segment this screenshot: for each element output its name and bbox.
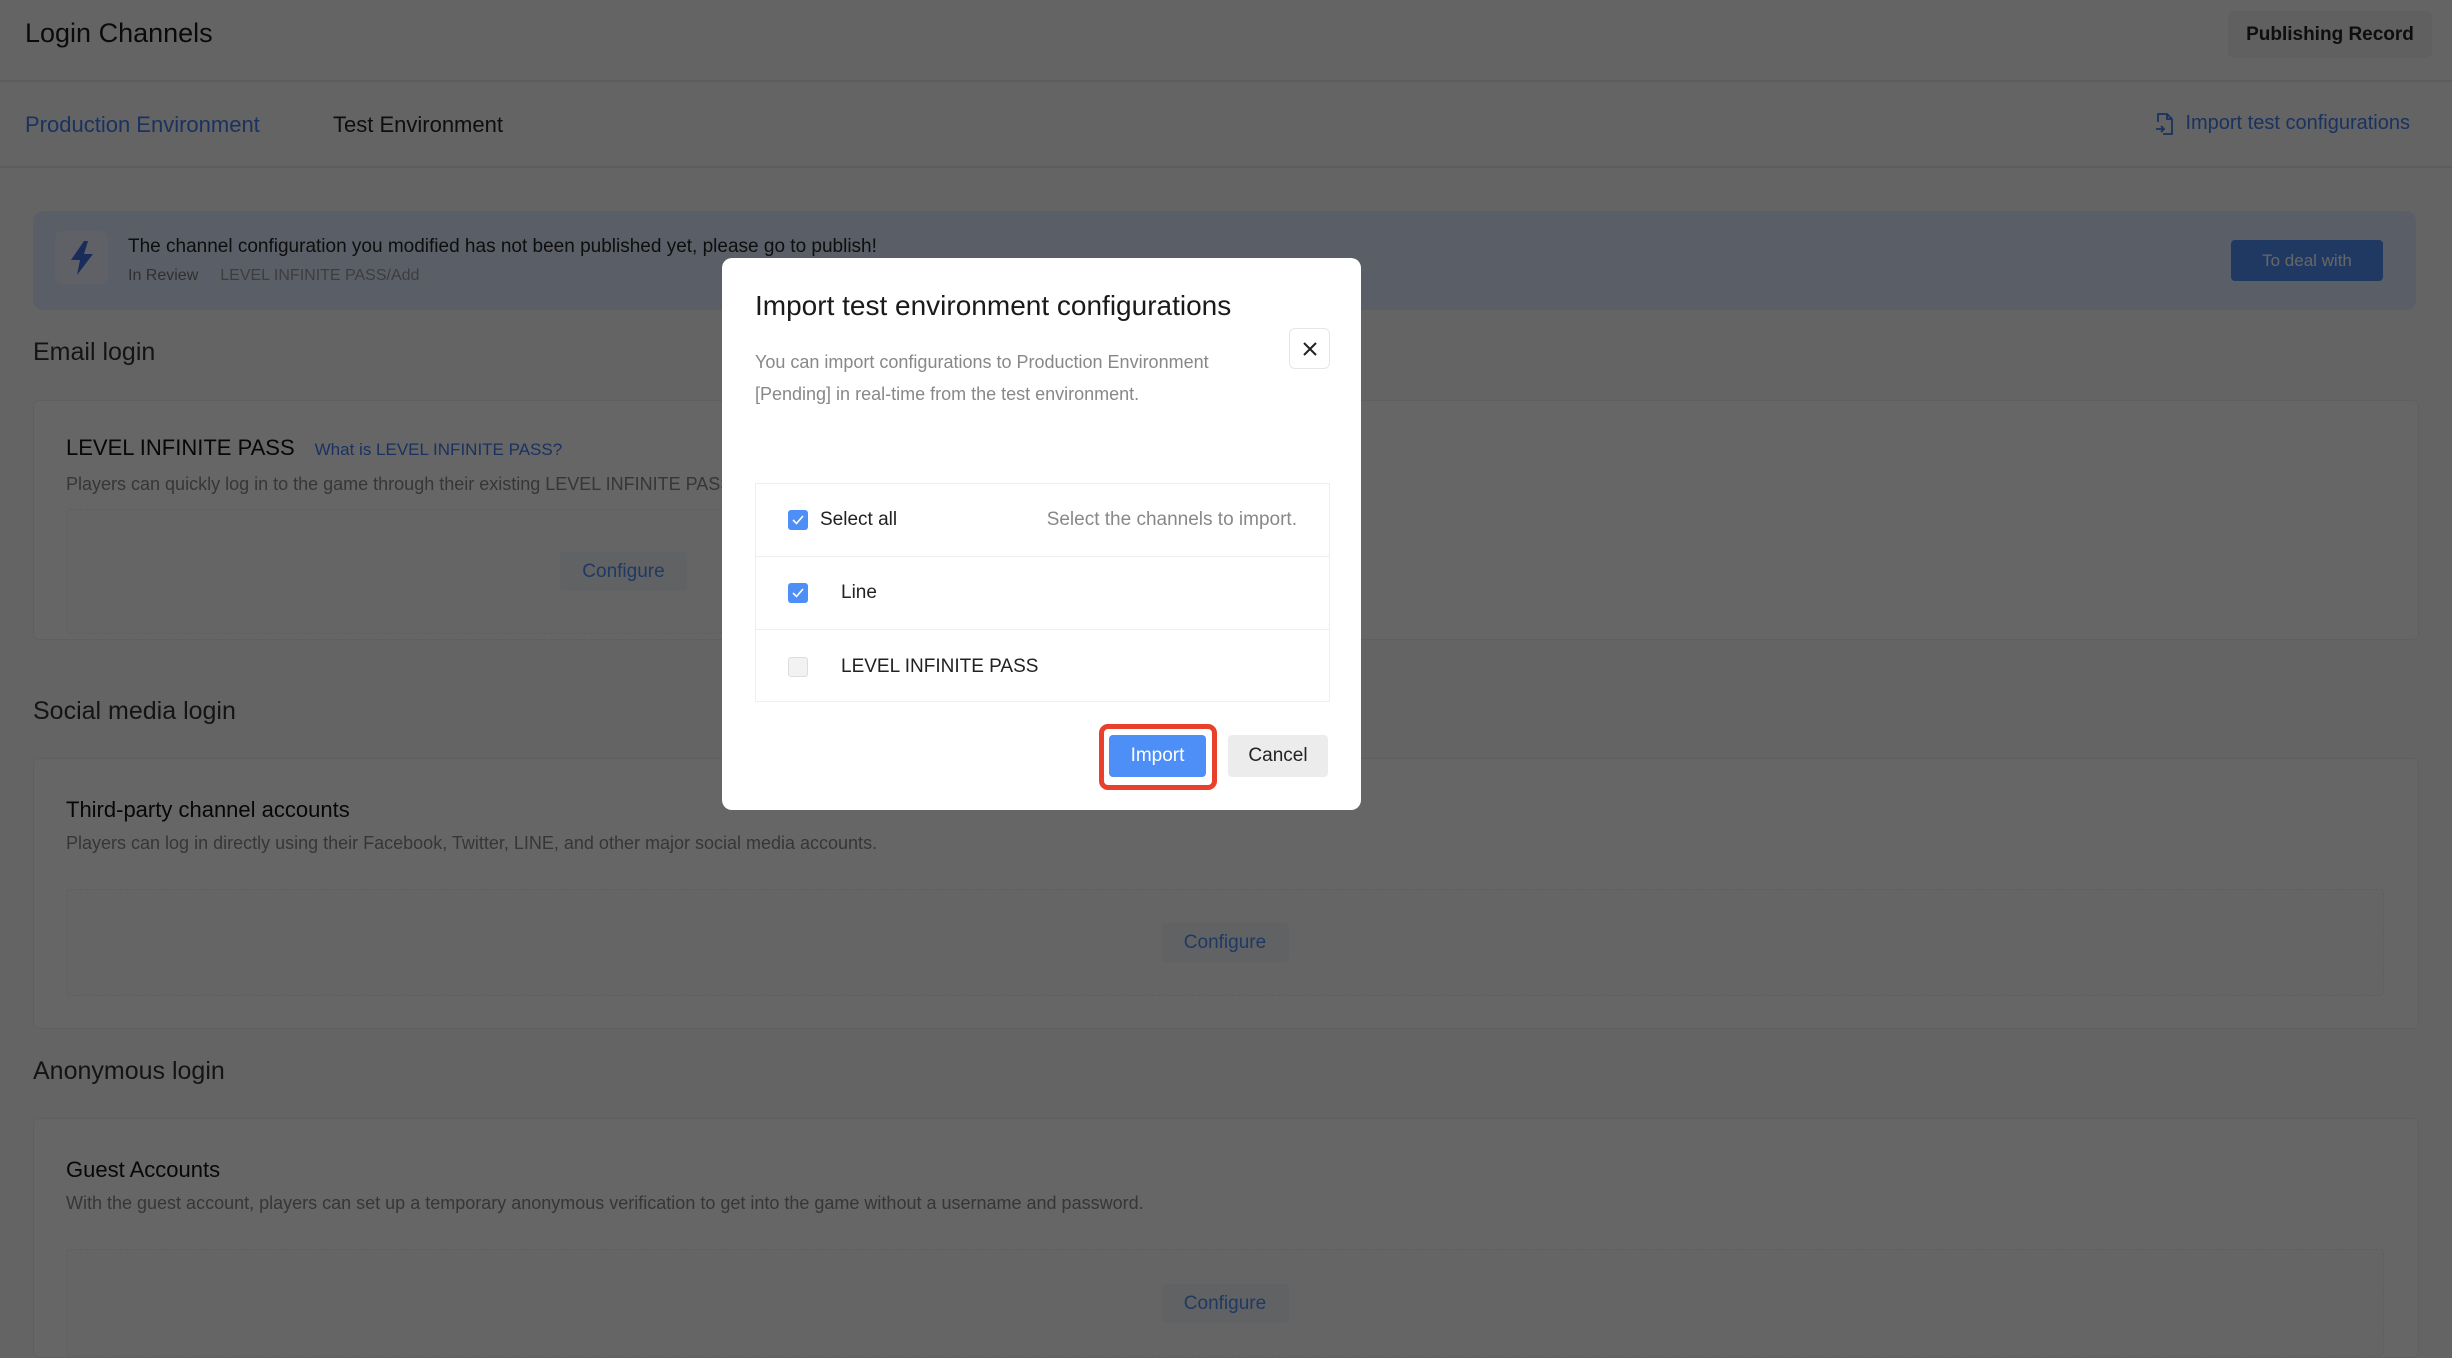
select-all-row[interactable]: Select all Select the channels to import… xyxy=(756,484,1329,557)
level-infinite-pass-checkbox[interactable] xyxy=(788,656,808,677)
import-modal: Import test environment configurations Y… xyxy=(722,258,1361,810)
card-description: Players can quickly log in to the game t… xyxy=(66,474,733,494)
card-description: Players can log in directly using their … xyxy=(66,833,878,853)
card-title: Third-party channel accounts xyxy=(66,797,350,822)
select-all-checkbox[interactable] xyxy=(788,510,808,530)
channel-row-line[interactable]: Line xyxy=(756,557,1329,630)
card-title: Guest Accounts xyxy=(66,1157,221,1182)
cancel-button[interactable]: Cancel xyxy=(1228,735,1328,777)
card-title-text: LEVEL INFINITE PASS xyxy=(66,435,295,460)
configure-button[interactable]: Configure xyxy=(1161,1284,1289,1323)
configure-button[interactable]: Configure xyxy=(560,552,687,591)
configure-area: Configure xyxy=(66,889,2384,996)
environment-tabs: Production Environment Test Environment … xyxy=(0,84,2452,168)
channel-label: LEVEL INFINITE PASS xyxy=(841,655,1039,677)
page-header: Login Channels Publishing Record xyxy=(0,0,2452,82)
check-icon xyxy=(792,515,804,525)
file-import-icon xyxy=(2156,112,2174,135)
channel-row-level-infinite-pass[interactable]: LEVEL INFINITE PASS xyxy=(756,630,1329,703)
import-button[interactable]: Import xyxy=(1109,735,1206,777)
banner-detail: LEVEL INFINITE PASS/Add xyxy=(220,267,420,284)
publishing-record-button[interactable]: Publishing Record xyxy=(2228,11,2432,58)
check-icon xyxy=(792,588,804,598)
banner-message: The channel configuration you modified h… xyxy=(128,236,877,257)
select-all-label: Select all xyxy=(820,509,898,530)
banner-status: In Review xyxy=(128,267,199,284)
card-guest-accounts: Guest Accounts With the guest account, p… xyxy=(33,1118,2419,1358)
tab-production-environment[interactable]: Production Environment xyxy=(25,112,260,138)
line-checkbox[interactable] xyxy=(788,583,808,603)
section-heading-email: Email login xyxy=(33,338,156,366)
close-button[interactable] xyxy=(1289,328,1330,369)
select-hint: Select the channels to import. xyxy=(1046,509,1297,530)
channel-list: Select all Select the channels to import… xyxy=(755,483,1330,702)
tab-test-environment[interactable]: Test Environment xyxy=(333,112,503,138)
page-title: Login Channels xyxy=(25,18,213,48)
import-test-configurations-link[interactable]: Import test configurations xyxy=(2155,112,2410,135)
channel-label: Line xyxy=(841,582,877,603)
to-deal-with-button[interactable]: To deal with xyxy=(2231,240,2383,281)
section-heading-social: Social media login xyxy=(33,697,236,725)
configure-button[interactable]: Configure xyxy=(1161,923,1289,962)
configure-area: Configure xyxy=(66,1249,2384,1356)
section-heading-anonymous: Anonymous login xyxy=(33,1057,225,1085)
modal-title: Import test environment configurations xyxy=(755,290,1232,321)
lightning-icon xyxy=(55,231,108,284)
what-is-lip-link[interactable]: What is LEVEL INFINITE PASS? xyxy=(315,440,563,459)
import-link-label: Import test configurations xyxy=(2185,112,2410,134)
card-description: With the guest account, players can set … xyxy=(66,1193,1144,1213)
banner-subtext: In Review LEVEL INFINITE PASS/Add xyxy=(128,267,419,285)
close-icon xyxy=(1302,341,1317,356)
modal-description: You can import configurations to Product… xyxy=(755,352,1209,404)
card-title: LEVEL INFINITE PASS What is LEVEL INFINIT… xyxy=(66,435,562,461)
